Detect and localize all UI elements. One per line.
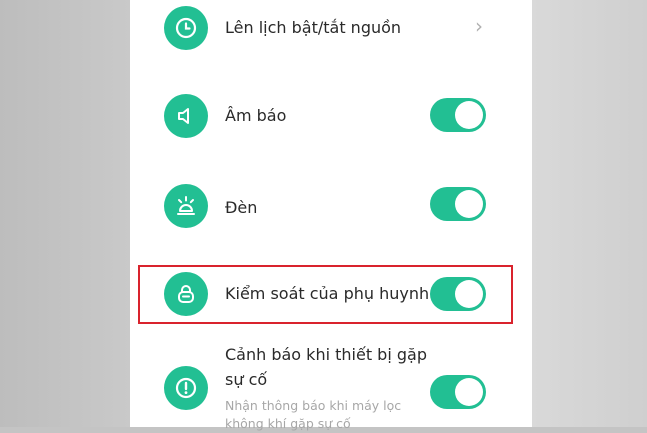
toggle-knob [455,378,483,406]
sound-toggle[interactable] [430,98,486,132]
clock-icon [164,6,208,50]
setting-label-device-alert-line1: Cảnh báo khi thiết bị gặp [225,345,427,364]
setting-description-line2: không khí gặp sự cố [225,416,351,431]
settings-panel: Lên lịch bật/tắt nguồn › Âm báo Đèn Kiểm… [130,0,532,431]
setting-description-line1: Nhận thông báo khi máy lọc [225,398,402,413]
light-toggle[interactable] [430,187,486,221]
toggle-knob [455,190,483,218]
setting-label-sound: Âm báo [225,106,287,125]
setting-label-schedule: Lên lịch bật/tắt nguồn [225,18,402,37]
setting-label-device-alert-line2: sự cố [225,370,268,389]
right-background [532,0,647,427]
setting-row-device-alert: Cảnh báo khi thiết bị gặp sự cố Nhận thô… [130,340,532,431]
speaker-icon [164,94,208,138]
highlight-box [138,265,513,324]
setting-label-light: Đèn [225,198,258,217]
device-alert-toggle[interactable] [430,375,486,409]
chevron-right-icon[interactable]: › [475,16,483,36]
light-icon [164,184,208,228]
setting-row-sound: Âm báo [130,92,532,140]
left-background [0,0,130,427]
toggle-knob [455,101,483,129]
setting-row-schedule[interactable]: Lên lịch bật/tắt nguồn › [130,0,532,56]
setting-row-light: Đèn [130,182,532,230]
alert-icon [164,366,208,410]
